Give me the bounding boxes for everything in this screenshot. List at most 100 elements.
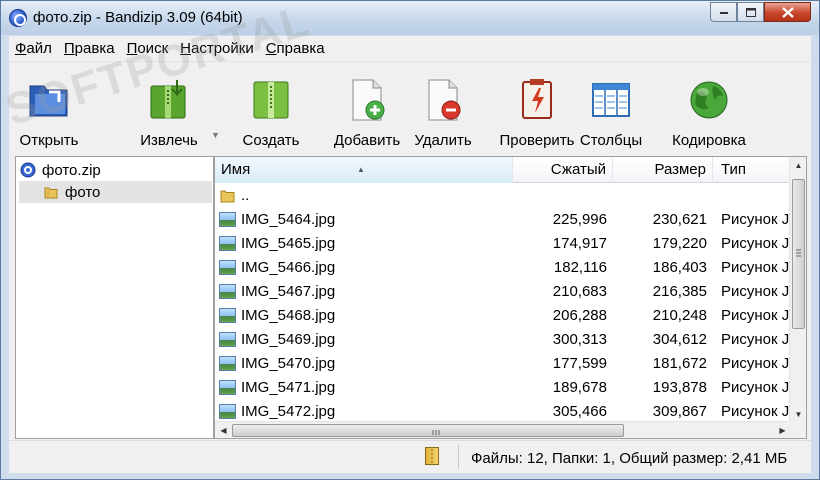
folder-icon: [44, 187, 58, 199]
sort-ascending-icon: ▲: [357, 165, 365, 174]
cell-type: Рисунок JI: [721, 331, 791, 348]
cell-name: IMG_5465.jpg: [241, 235, 336, 252]
image-file-icon: [219, 284, 236, 299]
toolbar-button-label: Извлечь: [140, 132, 198, 149]
cell-type: Рисунок JI: [721, 235, 791, 252]
cell-size: 216,385: [652, 283, 707, 300]
toolbar-button-delete[interactable]: Удалить: [403, 62, 483, 154]
table-row[interactable]: IMG_5467.jpg 210,683 216,385 Рисунок JI: [215, 280, 791, 304]
grip-icon: [432, 430, 440, 435]
menu-item-0[interactable]: Файл: [9, 40, 58, 57]
tree-item-label: фото: [65, 183, 101, 201]
test-icon: [515, 78, 559, 122]
scroll-up-arrow-icon[interactable]: ▲: [790, 157, 806, 174]
cell-compressed: [513, 184, 607, 208]
cell-type: [721, 184, 791, 208]
table-row[interactable]: ..: [215, 184, 790, 208]
image-file-icon: [219, 332, 236, 347]
scroll-corner: [789, 421, 806, 438]
cell-name: IMG_5471.jpg: [241, 379, 336, 396]
table-row[interactable]: IMG_5470.jpg 177,599 181,672 Рисунок JI: [215, 352, 791, 376]
toolbar-button-open[interactable]: Открыть: [9, 62, 89, 154]
open-icon: [27, 78, 71, 122]
toolbar-button-create[interactable]: Создать: [231, 62, 311, 154]
table-row[interactable]: IMG_5466.jpg 182,116 186,403 Рисунок JI: [215, 256, 791, 280]
image-file-icon: [219, 356, 236, 371]
cell-type: Рисунок JI: [721, 283, 791, 300]
menu-item-2[interactable]: Поиск: [121, 40, 175, 57]
cell-compressed: 300,313: [552, 331, 607, 348]
toolbar-button-encoding[interactable]: Кодировка: [659, 62, 759, 154]
maximize-icon: [745, 7, 756, 17]
content-area: фото.zip фото Имя ▲ Сжатый Размер Тип ..…: [9, 156, 811, 440]
cell-size: 181,672: [652, 355, 707, 372]
scroll-left-arrow-icon[interactable]: ◀: [215, 422, 232, 438]
toolbar-button-extract[interactable]: Извлечь: [119, 62, 219, 154]
table-row[interactable]: IMG_5468.jpg 206,288 210,248 Рисунок JI: [215, 304, 791, 328]
cell-name: IMG_5470.jpg: [241, 355, 336, 372]
archive-icon: [20, 162, 36, 178]
column-type-header[interactable]: Тип: [713, 157, 793, 183]
menu-item-3[interactable]: Настройки: [174, 40, 260, 57]
column-size-header[interactable]: Размер: [613, 157, 713, 183]
delete-icon: [421, 78, 465, 122]
file-list[interactable]: Имя ▲ Сжатый Размер Тип .. IMG_5464.jpg 22…: [214, 156, 807, 439]
horizontal-scrollbar[interactable]: ◀ ▶: [215, 421, 791, 438]
window-title: фото.zip - Bandizip 3.09 (64bit): [33, 9, 243, 26]
folder-tree[interactable]: фото.zip фото: [15, 156, 214, 439]
extract-dropdown-arrow-icon[interactable]: ▼: [211, 130, 220, 140]
minimize-icon: [719, 12, 728, 14]
parent-folder-icon: [220, 189, 235, 203]
cell-compressed: 206,288: [552, 307, 607, 324]
image-file-icon: [219, 212, 236, 227]
cell-name: IMG_5466.jpg: [241, 259, 336, 276]
cell-compressed: 174,917: [552, 235, 607, 252]
table-row[interactable]: IMG_5469.jpg 300,313 304,612 Рисунок JI: [215, 328, 791, 352]
minimize-button[interactable]: [710, 2, 737, 22]
column-compressed-header[interactable]: Сжатый: [513, 157, 613, 183]
status-bar: Файлы: 12, Папки: 1, Общий размер: 2,41 …: [9, 440, 811, 473]
cell-size: 186,403: [652, 259, 707, 276]
cell-type: Рисунок JI: [721, 259, 791, 276]
create-icon: [249, 78, 293, 122]
column-name-header[interactable]: Имя ▲: [215, 157, 513, 183]
table-row[interactable]: IMG_5471.jpg 189,678 193,878 Рисунок JI: [215, 376, 791, 400]
cell-compressed: 177,599: [552, 355, 607, 372]
cell-name: ..: [241, 187, 250, 204]
cell-size: 230,621: [652, 211, 707, 228]
cell-size: 193,878: [652, 379, 707, 396]
cell-type: Рисунок JI: [721, 211, 791, 228]
menu-bar: Файл Правка Поиск Настройки Справка: [9, 36, 811, 62]
tree-item-archive[interactable]: фото.zip: [20, 159, 210, 181]
cell-type: Рисунок JI: [721, 379, 791, 396]
toolbar-button-label: Создать: [242, 132, 300, 149]
maximize-button[interactable]: [737, 2, 764, 22]
bandizip-app-icon: [9, 9, 27, 27]
cell-compressed: 189,678: [552, 379, 607, 396]
cell-compressed: 182,116: [553, 259, 607, 276]
toolbar-button-columns[interactable]: Столбцы: [571, 62, 651, 154]
menu-item-4[interactable]: Справка: [260, 40, 331, 57]
cell-name: IMG_5468.jpg: [241, 307, 336, 324]
cell-size: [613, 184, 707, 208]
table-row[interactable]: IMG_5464.jpg 225,996 230,621 Рисунок JI: [215, 208, 791, 232]
vertical-scrollbar[interactable]: ▲ ▼: [789, 157, 806, 423]
horizontal-scroll-thumb[interactable]: [232, 424, 624, 437]
vertical-scroll-thumb[interactable]: [792, 179, 805, 329]
menu-item-1[interactable]: Правка: [58, 40, 121, 57]
close-icon: [781, 6, 794, 18]
image-file-icon: [219, 308, 236, 323]
status-separator: [458, 445, 459, 469]
toolbar-button-label: Столбцы: [579, 132, 643, 149]
extract-icon: [147, 78, 191, 122]
title-bar[interactable]: фото.zip - Bandizip 3.09 (64bit): [1, 1, 819, 35]
cell-name: IMG_5467.jpg: [241, 283, 336, 300]
add-icon: [345, 78, 389, 122]
table-row[interactable]: IMG_5465.jpg 174,917 179,220 Рисунок JI: [215, 232, 791, 256]
cell-size: 179,220: [652, 235, 707, 252]
cell-name: IMG_5469.jpg: [241, 331, 336, 348]
tree-item-folder[interactable]: фото: [19, 181, 212, 203]
close-button[interactable]: [764, 2, 811, 22]
image-file-icon: [219, 404, 236, 419]
toolbar-button-label: Удалить: [414, 132, 472, 149]
